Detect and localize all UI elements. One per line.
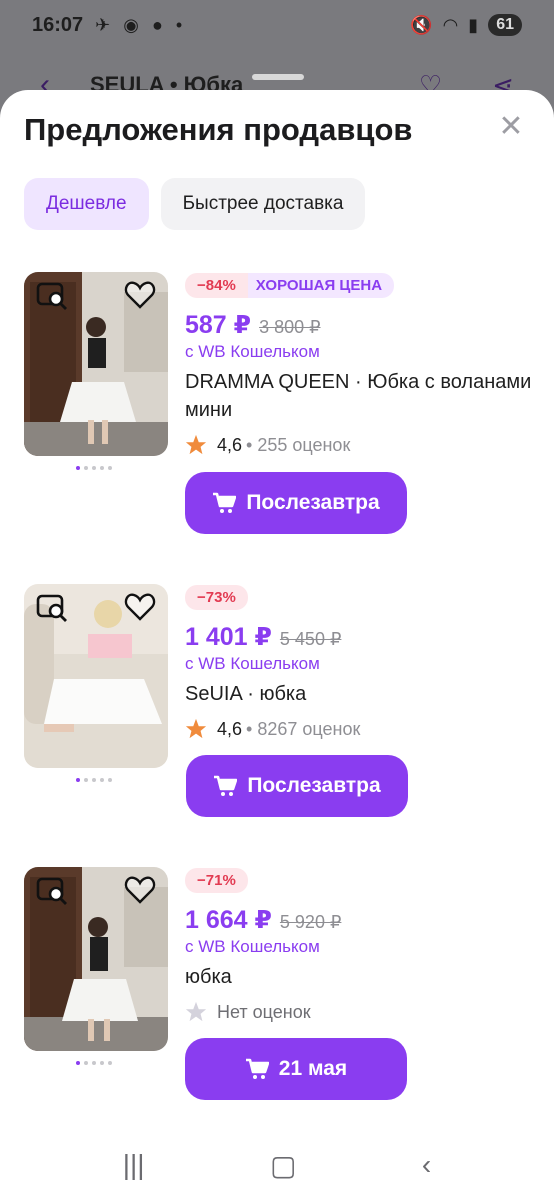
wallet-note: с WB Кошельком [185, 654, 320, 673]
status-bar: 16:07 ✈ ◉ ● • 🔇 ◠ ▮ 61 [0, 0, 554, 50]
old-price: 5 920 ₽ [279, 912, 342, 932]
offer-card: −71% 1 664 ₽ 5 920 ₽ с WB Кошельком юбка… [0, 867, 554, 1157]
product-name[interactable]: DRAMMA QUEEN · Юбка с воланами мини [185, 368, 535, 424]
favorite-heart-icon[interactable] [124, 280, 156, 310]
signal-icon: ▮ [468, 14, 479, 35]
reviews-count: • 255 оценок [246, 434, 351, 455]
add-to-cart-button[interactable]: Послезавтра [186, 755, 408, 817]
image-pager-dots [76, 778, 112, 782]
rating-value: 4,6 [217, 434, 243, 455]
recent-apps-icon[interactable]: ||| [123, 1149, 145, 1181]
image-search-icon[interactable] [36, 592, 70, 626]
sort-filters: Дешевле Быстрее доставка [24, 178, 366, 230]
sheet-grabber[interactable] [252, 74, 304, 80]
image-search-icon[interactable] [36, 280, 70, 314]
rating-value: 4,6 [217, 718, 243, 739]
old-price: 5 450 ₽ [279, 629, 342, 649]
old-price: 3 800 ₽ [259, 317, 321, 337]
favorite-heart-icon[interactable] [124, 592, 156, 622]
offer-card: −73% 1 401 ₽ 5 450 ₽ с WB Кошельком SeUI… [0, 584, 554, 874]
delivery-label: Послезавтра [247, 774, 381, 797]
rating: 4,6 • 255 оценок [185, 434, 535, 456]
wallet-note: с WB Кошельком [185, 342, 320, 361]
home-icon[interactable]: ▢ [270, 1149, 296, 1182]
status-time: 16:07 [32, 13, 84, 36]
star-empty-icon [185, 1001, 207, 1022]
discount-badge: −73% [185, 584, 248, 610]
back-nav-icon[interactable]: ‹ [422, 1149, 431, 1181]
price: 587 ₽ [185, 311, 252, 339]
sellers-offers-sheet: Предложения продавцов ✕ Дешевле Быстрее … [0, 74, 554, 1200]
price: 1 401 ₽ [185, 623, 272, 651]
reviews-count: • 8267 оценок [246, 718, 361, 739]
wallet-note: с WB Кошельком [185, 937, 320, 956]
sheet-title: Предложения продавцов [24, 112, 413, 147]
battery-indicator: 61 [488, 14, 522, 36]
favorite-heart-icon[interactable] [124, 875, 156, 905]
product-image[interactable] [24, 584, 168, 768]
add-to-cart-button[interactable]: Послезавтра [185, 472, 407, 534]
cart-icon [214, 775, 238, 796]
mute-icon: 🔇 [410, 14, 433, 35]
price: 1 664 ₽ [185, 906, 272, 934]
no-rating-label: Нет оценок [217, 1001, 311, 1022]
cart-icon [245, 1058, 269, 1079]
notification-icons: ✈ ◉ ● • [95, 14, 187, 35]
delivery-label: Послезавтра [246, 491, 380, 514]
add-to-cart-button[interactable]: 21 мая [185, 1038, 407, 1100]
rating: Нет оценок [185, 1001, 535, 1023]
offer-card: −84% ХОРОШАЯ ЦЕНА 587 ₽ 3 800 ₽ с WB Кош… [0, 272, 554, 562]
system-nav-bar: ||| ▢ ‹ [0, 1130, 554, 1200]
status-right: 🔇 ◠ ▮ 61 [410, 14, 522, 36]
wifi-icon: ◠ [442, 14, 459, 35]
discount-badge: −71% [185, 867, 248, 893]
star-icon [185, 718, 207, 739]
close-icon[interactable]: ✕ [496, 112, 526, 142]
product-name[interactable]: SeUIA · юбка [185, 680, 535, 708]
image-pager-dots [76, 466, 112, 470]
product-image[interactable] [24, 867, 168, 1051]
filter-cheaper[interactable]: Дешевле [24, 178, 149, 230]
rating: 4,6 • 8267 оценок [185, 718, 535, 740]
good-price-badge: ХОРОШАЯ ЦЕНА [247, 272, 395, 298]
image-search-icon[interactable] [36, 875, 70, 909]
product-name[interactable]: юбка [185, 963, 535, 991]
cart-icon [213, 492, 237, 513]
filter-faster-delivery[interactable]: Быстрее доставка [160, 178, 366, 230]
delivery-label: 21 мая [278, 1057, 348, 1080]
discount-badge: −84% [185, 272, 248, 298]
image-pager-dots [76, 1061, 112, 1065]
star-icon [185, 434, 207, 455]
product-image[interactable] [24, 272, 168, 456]
